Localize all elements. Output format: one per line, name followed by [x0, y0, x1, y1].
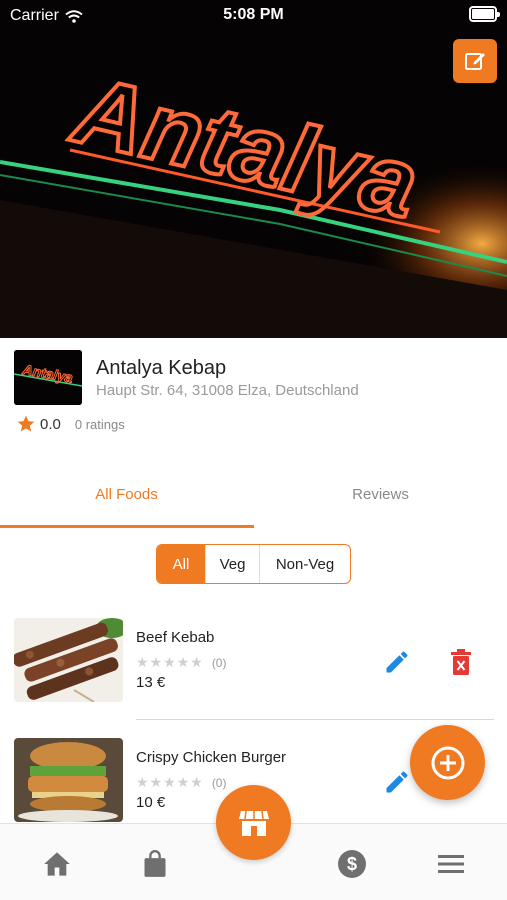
- delete-food-button[interactable]: [449, 648, 473, 676]
- food-name: Crispy Chicken Burger: [136, 749, 287, 766]
- food-rating-count: (0): [211, 655, 227, 670]
- edit-restaurant-button[interactable]: [453, 39, 497, 83]
- active-tab-indicator: [0, 525, 254, 528]
- food-list-item[interactable]: Beef Kebab ★ ★ ★ ★ ★ (0) 13 €: [0, 618, 507, 718]
- tab-reviews[interactable]: Reviews: [254, 486, 507, 503]
- filter-veg-button[interactable]: Veg: [205, 545, 259, 583]
- edit-icon: [465, 53, 485, 70]
- nav-store-button[interactable]: [216, 785, 291, 860]
- restaurant-logo: Antalya: [14, 350, 82, 405]
- filter-non-veg-button[interactable]: Non-Veg: [259, 545, 350, 583]
- plus-circle-icon: [431, 746, 464, 779]
- filter-all-button[interactable]: All: [157, 545, 205, 583]
- star-icon: [17, 415, 35, 432]
- edit-food-button[interactable]: [383, 648, 411, 676]
- food-price: 13 €: [136, 674, 166, 691]
- food-rating-count: (0): [211, 775, 227, 790]
- home-icon: [44, 852, 70, 876]
- restaurant-rating: 0.0 0 ratings: [16, 414, 125, 434]
- store-icon: [238, 810, 269, 836]
- battery-icon: [469, 6, 500, 22]
- nav-orders-button[interactable]: [140, 849, 170, 879]
- food-rating-stars: ★ ★ ★ ★ ★ (0): [136, 774, 227, 790]
- nav-home-button[interactable]: [42, 849, 72, 879]
- trash-icon: [451, 649, 471, 675]
- edit-food-button[interactable]: [383, 768, 411, 796]
- add-food-button[interactable]: [410, 725, 485, 800]
- svg-text:$: $: [347, 854, 357, 874]
- banner-image: Antalya: [0, 0, 507, 338]
- pencil-icon: [386, 771, 408, 793]
- list-divider: [136, 719, 494, 720]
- ratings-count: 0 ratings: [74, 416, 125, 432]
- restaurant-banner: Antalya: [0, 0, 507, 338]
- restaurant-name: Antalya Kebap: [96, 357, 227, 379]
- dollar-icon: $: [338, 850, 366, 878]
- clock: 5:08 PM: [223, 6, 284, 23]
- nav-menu-button[interactable]: [436, 849, 466, 879]
- status-bar: Carrier 5:08 PM: [0, 0, 507, 32]
- tab-all-foods[interactable]: All Foods: [0, 486, 253, 503]
- menu-icon: [438, 855, 464, 873]
- food-name: Beef Kebab: [136, 629, 215, 646]
- food-image: [14, 738, 123, 822]
- food-image: [14, 618, 123, 702]
- shopping-bag-icon: [144, 850, 166, 877]
- restaurant-address: Haupt Str. 64, 31008 Elza, Deutschland: [96, 382, 359, 399]
- pencil-icon: [386, 651, 408, 673]
- nav-earnings-button[interactable]: $: [337, 849, 367, 879]
- rating-value: 0.0: [40, 415, 61, 433]
- food-price: 10 €: [136, 794, 166, 811]
- food-rating-stars: ★ ★ ★ ★ ★ (0): [136, 654, 227, 670]
- food-type-filter: All Veg Non-Veg: [156, 544, 351, 584]
